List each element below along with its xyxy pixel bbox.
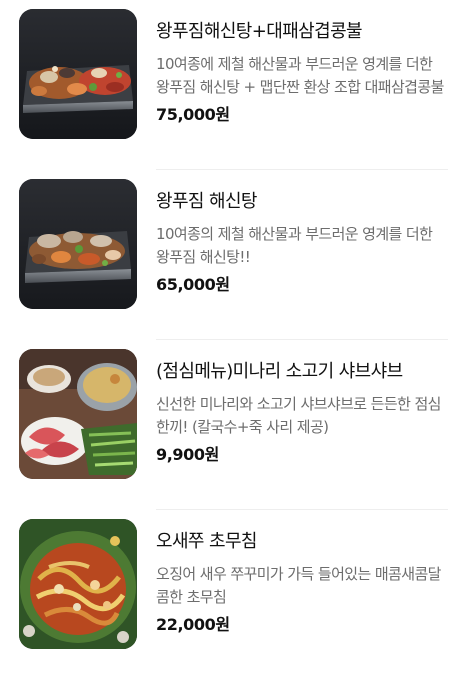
shabu-shabu-photo bbox=[19, 349, 137, 479]
menu-item-description: 오징어 새우 쭈꾸미가 가득 들어있는 매콤새콤달콤한 초무침 bbox=[156, 565, 441, 606]
menu-item-name: 왕푸짐 해신탕 bbox=[156, 191, 257, 212]
menu-item-description: 10여종의 제철 해산물과 부드러운 영계를 더한 왕푸짐 해신탕!! bbox=[156, 225, 433, 266]
menu-item-price: 65,000원 bbox=[156, 275, 230, 294]
menu-item-name: (점심메뉴)미나리 소고기 샤브샤브 bbox=[156, 361, 403, 382]
menu-item-name: 왕푸짐해신탕+대패삼겹콩불 bbox=[156, 21, 363, 42]
menu-item[interactable]: 왕푸짐해신탕+대패삼겹콩불 10여종에 제철 해산물과 부드러운 영계를 더한 … bbox=[0, 0, 466, 170]
menu-item[interactable]: 왕푸짐 해신탕 10여종의 제철 해산물과 부드러운 영계를 더한 왕푸짐 해신… bbox=[0, 170, 466, 340]
menu-item-description: 10여종에 제철 해산물과 부드러운 영계를 더한 왕푸짐 해신탕 + 맵단짠 … bbox=[156, 55, 444, 96]
menu-item-price: 22,000원 bbox=[156, 615, 230, 634]
menu-list: 왕푸짐해신탕+대패삼겹콩불 10여종에 제철 해산물과 부드러운 영계를 더한 … bbox=[0, 0, 466, 663]
menu-item-info: 왕푸짐 해신탕 10여종의 제철 해산물과 부드러운 영계를 더한 왕푸짐 해신… bbox=[156, 190, 448, 297]
menu-item-price: 75,000원 bbox=[156, 105, 230, 124]
menu-item[interactable]: (점심메뉴)미나리 소고기 샤브샤브 신선한 미나리와 소고기 샤브샤브로 든든… bbox=[0, 340, 466, 510]
menu-item[interactable]: 오새쭈 초무침 오징어 새우 쭈꾸미가 가득 들어있는 매콤새콤달콤한 초무침 … bbox=[0, 510, 466, 680]
menu-item-price: 9,900원 bbox=[156, 445, 219, 464]
spicy-seafood-salad-photo bbox=[19, 519, 137, 649]
menu-item-info: 왕푸짐해신탕+대패삼겹콩불 10여종에 제철 해산물과 부드러운 영계를 더한 … bbox=[156, 20, 448, 127]
menu-item-info: (점심메뉴)미나리 소고기 샤브샤브 신선한 미나리와 소고기 샤브샤브로 든든… bbox=[156, 360, 448, 467]
menu-item-description: 신선한 미나리와 소고기 샤브샤브로 든든한 점심 한끼! (칼국수+죽 사리 … bbox=[156, 395, 441, 436]
seafood-stew-combo-photo bbox=[19, 9, 137, 139]
menu-item-info: 오새쭈 초무침 오징어 새우 쭈꾸미가 가득 들어있는 매콤새콤달콤한 초무침 … bbox=[156, 530, 448, 637]
seafood-stew-photo bbox=[19, 179, 137, 309]
menu-item-name: 오새쭈 초무침 bbox=[156, 531, 257, 552]
